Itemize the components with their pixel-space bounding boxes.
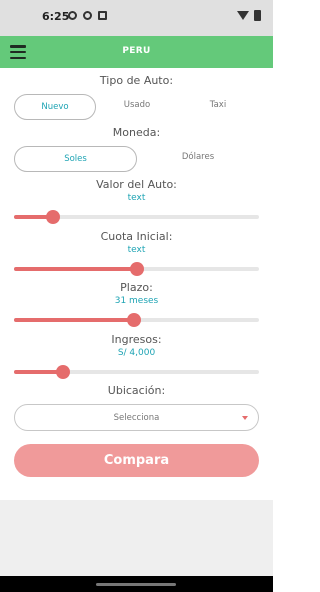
caret-down-icon <box>242 416 248 420</box>
gear-icon <box>83 11 92 20</box>
option-taxi[interactable]: Taxi <box>188 100 248 110</box>
plazo-value: 31 meses <box>114 296 159 306</box>
slider-thumb[interactable] <box>46 210 61 224</box>
status-bar: 6:25 <box>0 0 273 36</box>
option-soles[interactable]: Soles <box>14 146 137 172</box>
ubicacion-label: Ubicación: <box>107 384 166 397</box>
slider-thumb[interactable] <box>129 262 144 276</box>
battery-icon <box>254 10 261 21</box>
slider-thumb[interactable] <box>127 313 142 327</box>
ingresos-label: Ingresos: <box>111 333 162 346</box>
status-icons-right <box>237 10 261 21</box>
app-bar: PERU <box>0 36 273 68</box>
plazo-slider[interactable] <box>14 313 259 327</box>
valor-auto-slider[interactable] <box>14 210 259 224</box>
valor-auto-label: Valor del Auto: <box>96 178 177 191</box>
gear-icon <box>68 11 77 20</box>
plazo-label: Plazo: <box>120 281 153 294</box>
slider-fill <box>14 318 135 322</box>
cuota-inicial-value: text <box>127 245 146 255</box>
status-icons-left <box>68 11 107 20</box>
slider-fill <box>14 267 137 271</box>
system-nav-bar <box>0 576 273 592</box>
empty-area <box>0 500 273 576</box>
wifi-icon <box>237 11 249 20</box>
option-nuevo[interactable]: Nuevo <box>14 94 96 120</box>
ingresos-slider[interactable] <box>14 365 259 379</box>
ubicacion-dropdown[interactable]: Selecciona <box>14 404 259 431</box>
nav-handle[interactable] <box>96 583 176 586</box>
compare-button[interactable]: Compara <box>14 444 259 477</box>
option-dolares[interactable]: Dólares <box>148 152 248 162</box>
app-title: PERU <box>122 46 151 56</box>
calendar-icon <box>98 11 107 20</box>
valor-auto-value: text <box>127 193 146 203</box>
tipo-auto-label: Tipo de Auto: <box>99 74 174 87</box>
moneda-label: Moneda: <box>112 126 161 139</box>
slider-thumb[interactable] <box>56 365 70 379</box>
dropdown-placeholder: Selecciona <box>113 413 160 423</box>
cuota-inicial-label: Cuota Inicial: <box>100 230 173 243</box>
cuota-inicial-slider[interactable] <box>14 262 259 276</box>
option-usado[interactable]: Usado <box>106 100 168 110</box>
status-time: 6:25 <box>42 10 70 23</box>
ingresos-value: S/ 4,000 <box>117 348 156 358</box>
